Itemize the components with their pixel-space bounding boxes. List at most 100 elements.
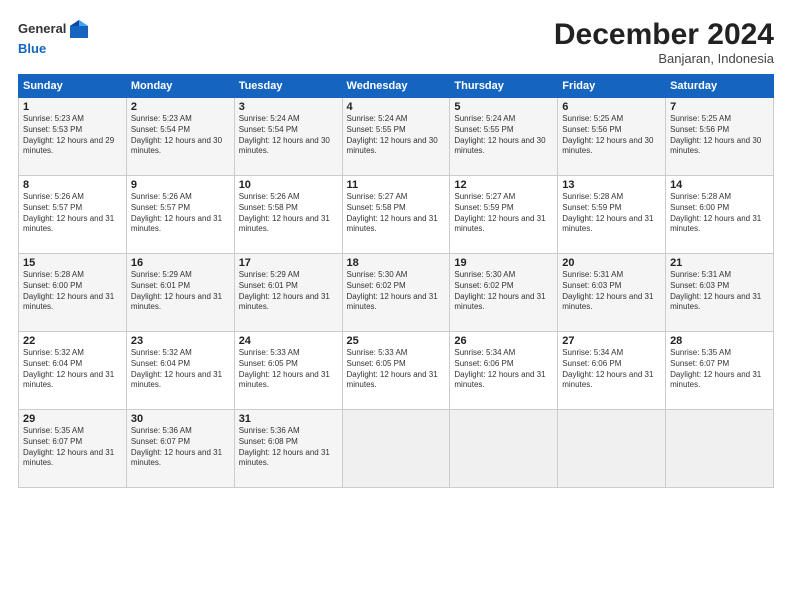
- day-header-thursday: Thursday: [450, 75, 558, 98]
- cell-content: Sunrise: 5:32 AMSunset: 6:04 PMDaylight:…: [131, 348, 230, 391]
- day-number: 22: [23, 335, 122, 347]
- day-header-tuesday: Tuesday: [234, 75, 342, 98]
- day-number: 12: [454, 179, 553, 191]
- page: General Blue December 2024 Banjaran, Ind…: [0, 0, 792, 612]
- logo-general-text: General: [18, 22, 66, 36]
- calendar-cell: 27 Sunrise: 5:34 AMSunset: 6:06 PMDaylig…: [558, 332, 666, 410]
- calendar-cell: 3 Sunrise: 5:24 AMSunset: 5:54 PMDayligh…: [234, 98, 342, 176]
- day-number: 29: [23, 413, 122, 425]
- calendar-cell: 24 Sunrise: 5:33 AMSunset: 6:05 PMDaylig…: [234, 332, 342, 410]
- calendar-cell: 28 Sunrise: 5:35 AMSunset: 6:07 PMDaylig…: [666, 332, 774, 410]
- calendar-cell: 4 Sunrise: 5:24 AMSunset: 5:55 PMDayligh…: [342, 98, 450, 176]
- week-row-1: 1 Sunrise: 5:23 AMSunset: 5:53 PMDayligh…: [19, 98, 774, 176]
- week-row-3: 15 Sunrise: 5:28 AMSunset: 6:00 PMDaylig…: [19, 254, 774, 332]
- day-number: 7: [670, 101, 769, 113]
- cell-content: Sunrise: 5:31 AMSunset: 6:03 PMDaylight:…: [562, 270, 661, 313]
- day-header-friday: Friday: [558, 75, 666, 98]
- cell-content: Sunrise: 5:28 AMSunset: 5:59 PMDaylight:…: [562, 192, 661, 235]
- day-number: 2: [131, 101, 230, 113]
- calendar-cell: 8 Sunrise: 5:26 AMSunset: 5:57 PMDayligh…: [19, 176, 127, 254]
- day-number: 3: [239, 101, 338, 113]
- calendar-cell: 21 Sunrise: 5:31 AMSunset: 6:03 PMDaylig…: [666, 254, 774, 332]
- cell-content: Sunrise: 5:24 AMSunset: 5:55 PMDaylight:…: [454, 114, 553, 157]
- cell-content: Sunrise: 5:26 AMSunset: 5:57 PMDaylight:…: [131, 192, 230, 235]
- calendar-cell: 16 Sunrise: 5:29 AMSunset: 6:01 PMDaylig…: [126, 254, 234, 332]
- calendar-cell: [450, 410, 558, 488]
- calendar-cell: 23 Sunrise: 5:32 AMSunset: 6:04 PMDaylig…: [126, 332, 234, 410]
- calendar-cell: 5 Sunrise: 5:24 AMSunset: 5:55 PMDayligh…: [450, 98, 558, 176]
- cell-content: Sunrise: 5:28 AMSunset: 6:00 PMDaylight:…: [670, 192, 769, 235]
- day-number: 1: [23, 101, 122, 113]
- calendar-cell: 12 Sunrise: 5:27 AMSunset: 5:59 PMDaylig…: [450, 176, 558, 254]
- day-number: 14: [670, 179, 769, 191]
- cell-content: Sunrise: 5:23 AMSunset: 5:54 PMDaylight:…: [131, 114, 230, 157]
- cell-content: Sunrise: 5:25 AMSunset: 5:56 PMDaylight:…: [562, 114, 661, 157]
- calendar-cell: 14 Sunrise: 5:28 AMSunset: 6:00 PMDaylig…: [666, 176, 774, 254]
- logo-icon: [68, 18, 90, 40]
- calendar-cell: 19 Sunrise: 5:30 AMSunset: 6:02 PMDaylig…: [450, 254, 558, 332]
- location: Banjaran, Indonesia: [554, 51, 774, 66]
- day-number: 18: [347, 257, 446, 269]
- cell-content: Sunrise: 5:36 AMSunset: 6:07 PMDaylight:…: [131, 426, 230, 469]
- day-number: 5: [454, 101, 553, 113]
- cell-content: Sunrise: 5:32 AMSunset: 6:04 PMDaylight:…: [23, 348, 122, 391]
- cell-content: Sunrise: 5:30 AMSunset: 6:02 PMDaylight:…: [454, 270, 553, 313]
- week-row-4: 22 Sunrise: 5:32 AMSunset: 6:04 PMDaylig…: [19, 332, 774, 410]
- cell-content: Sunrise: 5:29 AMSunset: 6:01 PMDaylight:…: [239, 270, 338, 313]
- cell-content: Sunrise: 5:24 AMSunset: 5:55 PMDaylight:…: [347, 114, 446, 157]
- day-header-wednesday: Wednesday: [342, 75, 450, 98]
- calendar-cell: 1 Sunrise: 5:23 AMSunset: 5:53 PMDayligh…: [19, 98, 127, 176]
- header-row: SundayMondayTuesdayWednesdayThursdayFrid…: [19, 75, 774, 98]
- calendar-cell: [342, 410, 450, 488]
- calendar-cell: 18 Sunrise: 5:30 AMSunset: 6:02 PMDaylig…: [342, 254, 450, 332]
- cell-content: Sunrise: 5:27 AMSunset: 5:59 PMDaylight:…: [454, 192, 553, 235]
- day-number: 4: [347, 101, 446, 113]
- header: General Blue December 2024 Banjaran, Ind…: [18, 18, 774, 66]
- calendar-cell: 11 Sunrise: 5:27 AMSunset: 5:58 PMDaylig…: [342, 176, 450, 254]
- day-number: 15: [23, 257, 122, 269]
- day-header-saturday: Saturday: [666, 75, 774, 98]
- day-number: 24: [239, 335, 338, 347]
- day-number: 23: [131, 335, 230, 347]
- day-number: 9: [131, 179, 230, 191]
- day-number: 28: [670, 335, 769, 347]
- calendar-cell: 2 Sunrise: 5:23 AMSunset: 5:54 PMDayligh…: [126, 98, 234, 176]
- calendar-cell: 9 Sunrise: 5:26 AMSunset: 5:57 PMDayligh…: [126, 176, 234, 254]
- calendar-cell: 17 Sunrise: 5:29 AMSunset: 6:01 PMDaylig…: [234, 254, 342, 332]
- day-number: 8: [23, 179, 122, 191]
- day-number: 26: [454, 335, 553, 347]
- day-header-sunday: Sunday: [19, 75, 127, 98]
- day-number: 13: [562, 179, 661, 191]
- calendar-cell: 7 Sunrise: 5:25 AMSunset: 5:56 PMDayligh…: [666, 98, 774, 176]
- cell-content: Sunrise: 5:26 AMSunset: 5:57 PMDaylight:…: [23, 192, 122, 235]
- day-number: 10: [239, 179, 338, 191]
- cell-content: Sunrise: 5:36 AMSunset: 6:08 PMDaylight:…: [239, 426, 338, 469]
- calendar-cell: [666, 410, 774, 488]
- cell-content: Sunrise: 5:25 AMSunset: 5:56 PMDaylight:…: [670, 114, 769, 157]
- calendar-cell: 6 Sunrise: 5:25 AMSunset: 5:56 PMDayligh…: [558, 98, 666, 176]
- cell-content: Sunrise: 5:35 AMSunset: 6:07 PMDaylight:…: [670, 348, 769, 391]
- calendar-cell: 26 Sunrise: 5:34 AMSunset: 6:06 PMDaylig…: [450, 332, 558, 410]
- calendar-cell: 30 Sunrise: 5:36 AMSunset: 6:07 PMDaylig…: [126, 410, 234, 488]
- title-area: December 2024 Banjaran, Indonesia: [554, 18, 774, 66]
- month-title: December 2024: [554, 18, 774, 51]
- day-number: 21: [670, 257, 769, 269]
- cell-content: Sunrise: 5:23 AMSunset: 5:53 PMDaylight:…: [23, 114, 122, 157]
- cell-content: Sunrise: 5:33 AMSunset: 6:05 PMDaylight:…: [347, 348, 446, 391]
- calendar-header: SundayMondayTuesdayWednesdayThursdayFrid…: [19, 75, 774, 98]
- calendar-cell: 20 Sunrise: 5:31 AMSunset: 6:03 PMDaylig…: [558, 254, 666, 332]
- week-row-5: 29 Sunrise: 5:35 AMSunset: 6:07 PMDaylig…: [19, 410, 774, 488]
- cell-content: Sunrise: 5:30 AMSunset: 6:02 PMDaylight:…: [347, 270, 446, 313]
- calendar-cell: [558, 410, 666, 488]
- day-number: 16: [131, 257, 230, 269]
- logo: General Blue: [18, 18, 90, 58]
- day-header-monday: Monday: [126, 75, 234, 98]
- calendar-cell: 29 Sunrise: 5:35 AMSunset: 6:07 PMDaylig…: [19, 410, 127, 488]
- cell-content: Sunrise: 5:26 AMSunset: 5:58 PMDaylight:…: [239, 192, 338, 235]
- calendar-body: 1 Sunrise: 5:23 AMSunset: 5:53 PMDayligh…: [19, 98, 774, 488]
- calendar-cell: 10 Sunrise: 5:26 AMSunset: 5:58 PMDaylig…: [234, 176, 342, 254]
- day-number: 17: [239, 257, 338, 269]
- week-row-2: 8 Sunrise: 5:26 AMSunset: 5:57 PMDayligh…: [19, 176, 774, 254]
- day-number: 25: [347, 335, 446, 347]
- calendar-cell: 25 Sunrise: 5:33 AMSunset: 6:05 PMDaylig…: [342, 332, 450, 410]
